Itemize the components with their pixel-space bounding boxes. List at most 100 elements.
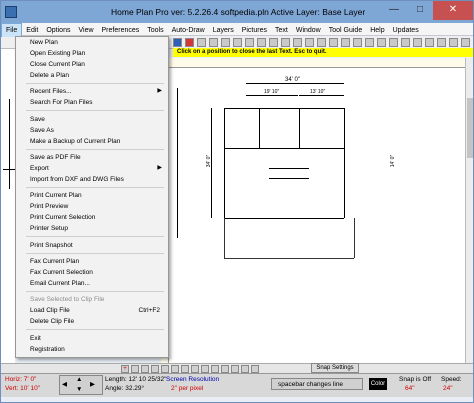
drawing-canvas[interactable]: 34' 0" 19' 10" 13' 10" 34' 0" 14' 0" [169,68,465,363]
pan-icon[interactable] [365,38,374,47]
minimize-button[interactable]: — [381,1,407,20]
menu-item-delete-clip-file[interactable]: Delete Clip File [16,316,168,327]
layer-button[interactable] [161,365,169,373]
status-bar: Horiz: 7' 0" Vert: 10' 10" ◀ ▲ ▼ ▶ Lengt… [1,373,473,397]
zoom-in-icon[interactable] [341,38,350,47]
plus-icon[interactable]: + [121,365,129,373]
menu-item-search-plan-files[interactable]: Search For Plan Files [16,97,168,108]
menu-item-exit[interactable]: Exit [16,333,168,344]
shortcut-label: Ctrl+F2 [138,307,161,314]
layer-button[interactable] [211,365,219,373]
menu-item-print-current-plan[interactable]: Print Current Plan [16,190,168,201]
plan-wall [344,108,345,218]
rectangle-tool-icon[interactable] [293,38,302,47]
menu-help[interactable]: Help [366,24,388,37]
color-button[interactable]: Color [369,378,387,390]
menu-item-make-backup[interactable]: Make a Backup of Current Plan [16,136,168,147]
menu-layers[interactable]: Layers [209,24,238,37]
menu-item-save[interactable]: Save [16,114,168,125]
plan-wall [224,148,344,149]
fill-icon[interactable] [425,38,434,47]
submenu-arrow-icon: ▶ [157,88,162,94]
grid-icon[interactable] [377,38,386,47]
print-icon[interactable] [185,38,194,47]
menu-item-export[interactable]: Export ▶ [16,163,168,174]
layer-button[interactable] [251,365,259,373]
layer-button[interactable] [131,365,139,373]
settings-icon[interactable] [461,38,470,47]
menu-window[interactable]: Window [292,24,325,37]
layer-button[interactable] [181,365,189,373]
menu-text[interactable]: Text [271,24,292,37]
line-tool-icon[interactable] [233,38,242,47]
snap-icon[interactable] [389,38,398,47]
menu-item-printer-setup[interactable]: Printer Setup [16,223,168,234]
up-arrow-icon[interactable]: ▲ [76,376,82,384]
menu-item-open-existing-plan[interactable]: Open Existing Plan [16,48,168,59]
dimension-tool-icon[interactable] [329,38,338,47]
menu-item-load-clip-file[interactable]: Load Clip File Ctrl+F2 [16,305,168,316]
menu-item-recent-files[interactable]: Recent Files... ▶ [16,86,168,97]
help-icon[interactable] [449,38,458,47]
menu-item-print-preview[interactable]: Print Preview [16,201,168,212]
left-arrow-icon[interactable]: ◀ [62,381,67,389]
save-icon[interactable] [173,38,182,47]
layer-button[interactable] [141,365,149,373]
down-arrow-icon[interactable]: ▼ [76,386,82,394]
arrow-icon[interactable] [197,38,206,47]
plan-wall [224,218,344,219]
door-tool-icon[interactable] [257,38,266,47]
menu-separator [26,187,164,188]
scrollbar-thumb[interactable] [467,98,473,158]
menu-separator [26,110,164,111]
redo-icon[interactable] [221,38,230,47]
menu-pictures[interactable]: Pictures [238,24,271,37]
menu-auto-draw[interactable]: Auto-Draw [168,24,209,37]
layer-icon[interactable] [401,38,410,47]
text-tool-icon[interactable] [281,38,290,47]
nav-arrows-box: ◀ ▲ ▼ ▶ [59,375,103,395]
layer-button[interactable] [221,365,229,373]
menu-item-delete-plan[interactable]: Delete a Plan [16,70,168,81]
plan-deck [224,218,225,258]
menu-item-registration[interactable]: Registration [16,344,168,355]
menu-tool-guide[interactable]: Tool Guide [325,24,366,37]
submenu-arrow-icon: ▶ [157,165,162,171]
measure-icon[interactable] [437,38,446,47]
undo-icon[interactable] [209,38,218,47]
menu-item-save-pdf[interactable]: Save as PDF File [16,152,168,163]
vertical-scrollbar[interactable] [465,58,473,363]
screen-resolution-label: Screen Resolution [166,376,220,383]
color-icon[interactable] [413,38,422,47]
menu-item-import-dxf-dwg[interactable]: Import from DXF and DWG Files [16,174,168,185]
maximize-button[interactable]: □ [407,1,433,20]
right-arrow-icon[interactable]: ▶ [90,381,95,389]
layer-button[interactable] [151,365,159,373]
menu-item-print-current-selection[interactable]: Print Current Selection [16,212,168,223]
menu-updates[interactable]: Updates [389,24,423,37]
layer-button[interactable] [191,365,199,373]
arc-tool-icon[interactable] [317,38,326,47]
zoom-out-icon[interactable] [353,38,362,47]
snap-value: 64" [405,385,415,392]
menu-item-print-snapshot[interactable]: Print Snapshot [16,240,168,251]
menu-item-fax-current-selection[interactable]: Fax Current Selection [16,267,168,278]
layer-button[interactable] [171,365,179,373]
snap-settings-button[interactable]: Snap Settings [311,363,359,373]
circle-tool-icon[interactable] [305,38,314,47]
menu-item-fax-current-plan[interactable]: Fax Current Plan [16,256,168,267]
wall-tool-icon[interactable] [245,38,254,47]
menu-item-save-as[interactable]: Save As [16,125,168,136]
dimension-label: 34' 0" [206,154,213,168]
menu-item-close-current-plan[interactable]: Close Current Plan [16,59,168,70]
plan-wall [3,169,15,170]
layer-button[interactable] [201,365,209,373]
window-tool-icon[interactable] [269,38,278,47]
close-button[interactable]: ✕ [433,1,473,20]
layer-button[interactable] [241,365,249,373]
layer-button[interactable] [231,365,239,373]
menu-item-new-plan[interactable]: New Plan [16,37,168,48]
window-title: Home Plan Pro ver: 5.2.26.4 softpedia.pl… [111,7,366,17]
app-icon[interactable] [5,6,17,18]
menu-item-email-current-plan[interactable]: Email Current Plan... [16,278,168,289]
